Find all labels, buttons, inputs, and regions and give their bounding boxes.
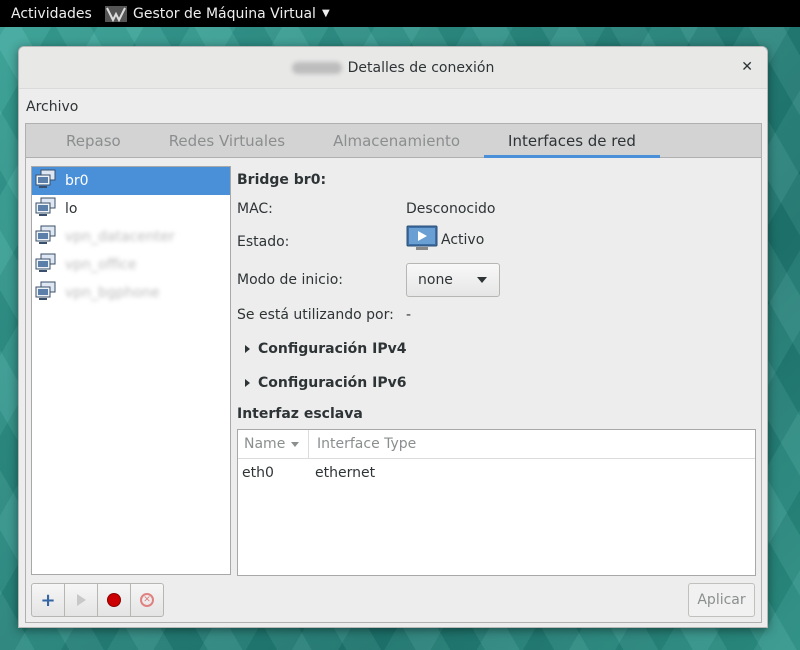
interface-name: lo [65, 201, 78, 217]
list-item-vpn-bgphone[interactable]: vpn_bgphone [32, 279, 230, 307]
interface-toolbar: + ✕ [31, 583, 164, 617]
delete-icon: ✕ [140, 593, 154, 607]
slave-interface-table: Name Interface Type eth0 ethernet [237, 429, 756, 576]
cell-name: eth0 [242, 465, 274, 481]
menubar: Archivo [19, 89, 767, 121]
used-by-label: Se está utilizando por: [237, 307, 394, 323]
network-icon [35, 197, 57, 221]
tab-interfaces-de-red[interactable]: Interfaces de red [484, 124, 660, 158]
list-item-lo[interactable]: lo [32, 195, 230, 223]
table-row[interactable]: eth0 ethernet [238, 459, 755, 487]
state-label: Estado: [237, 234, 290, 250]
list-item-br0[interactable]: br0 [32, 167, 230, 195]
activities-button[interactable]: Actividades [0, 6, 105, 22]
virt-manager-icon [105, 4, 129, 24]
column-header-label: Name [244, 436, 286, 452]
mac-value: Desconocido [406, 201, 496, 217]
chevron-down-icon: ▼ [321, 8, 330, 19]
interface-name: vpn_bgphone [65, 285, 160, 301]
blurred-hostname [291, 61, 342, 74]
tab-bar: Repaso Redes Virtuales Almacenamiento In… [26, 124, 761, 158]
top-bar: Actividades Gestor de Máquina Virtual ▼ [0, 0, 800, 27]
column-header-name[interactable]: Name [238, 430, 309, 458]
app-menu[interactable]: Gestor de Máquina Virtual ▼ [105, 4, 330, 24]
start-mode-dropdown[interactable]: none [406, 263, 500, 297]
chevron-down-icon [477, 277, 487, 283]
expander-arrow-icon [245, 379, 250, 387]
start-interface-button[interactable] [64, 583, 98, 617]
tab-repaso[interactable]: Repaso [42, 124, 145, 157]
monitor-play-icon [406, 225, 438, 255]
add-interface-button[interactable]: + [31, 583, 65, 617]
interface-name: vpn_datacenter [65, 229, 175, 245]
list-item-vpn-office[interactable]: vpn_office [32, 251, 230, 279]
ipv6-expander[interactable]: Configuración IPv6 [245, 375, 406, 391]
window-title: Detalles de conexión [347, 59, 495, 76]
state-value: Activo [441, 232, 485, 248]
delete-interface-button[interactable]: ✕ [130, 583, 164, 617]
titlebar: Detalles de conexión ✕ [19, 47, 767, 89]
interface-details: Bridge br0: MAC: Desconocido Estado: Act… [237, 166, 757, 576]
menu-archivo[interactable]: Archivo [26, 95, 78, 115]
ipv6-label: Configuración IPv6 [258, 375, 407, 391]
column-header-type[interactable]: Interface Type [309, 430, 416, 458]
network-icon [35, 225, 57, 249]
state-value-row: Activo [406, 225, 484, 255]
apply-button[interactable]: Aplicar [688, 583, 755, 617]
play-icon [76, 594, 86, 606]
network-icon [35, 169, 57, 193]
list-item-vpn-datacenter[interactable]: vpn_datacenter [32, 223, 230, 251]
interface-name: vpn_office [65, 257, 137, 273]
network-icon [35, 253, 57, 277]
expander-arrow-icon [245, 345, 250, 353]
interface-list[interactable]: br0 lo vpn_datacenter vpn_office vpn_bgp… [31, 166, 231, 575]
connection-details-window: Detalles de conexión ✕ Archivo Repaso Re… [18, 46, 768, 628]
close-icon[interactable]: ✕ [741, 59, 753, 75]
record-icon [108, 594, 120, 606]
plus-icon: + [40, 589, 56, 611]
slave-interface-title: Interfaz esclava [237, 406, 363, 422]
mac-label: MAC: [237, 201, 273, 217]
cell-type: ethernet [315, 465, 376, 481]
notebook: Repaso Redes Virtuales Almacenamiento In… [25, 123, 762, 623]
sort-down-icon [291, 441, 300, 447]
start-mode-value: none [418, 272, 453, 288]
table-header: Name Interface Type [238, 430, 755, 459]
used-by-value: - [406, 307, 412, 323]
tab-redes-virtuales[interactable]: Redes Virtuales [145, 124, 309, 157]
interface-name: br0 [65, 173, 89, 189]
ipv4-label: Configuración IPv4 [258, 341, 407, 357]
stop-interface-button[interactable] [97, 583, 131, 617]
network-icon [35, 281, 57, 305]
tab-almacenamiento[interactable]: Almacenamiento [309, 124, 484, 157]
start-mode-label: Modo de inicio: [237, 272, 344, 288]
bridge-title: Bridge br0: [237, 172, 327, 188]
ipv4-expander[interactable]: Configuración IPv4 [245, 341, 406, 357]
app-menu-label: Gestor de Máquina Virtual [133, 5, 316, 22]
